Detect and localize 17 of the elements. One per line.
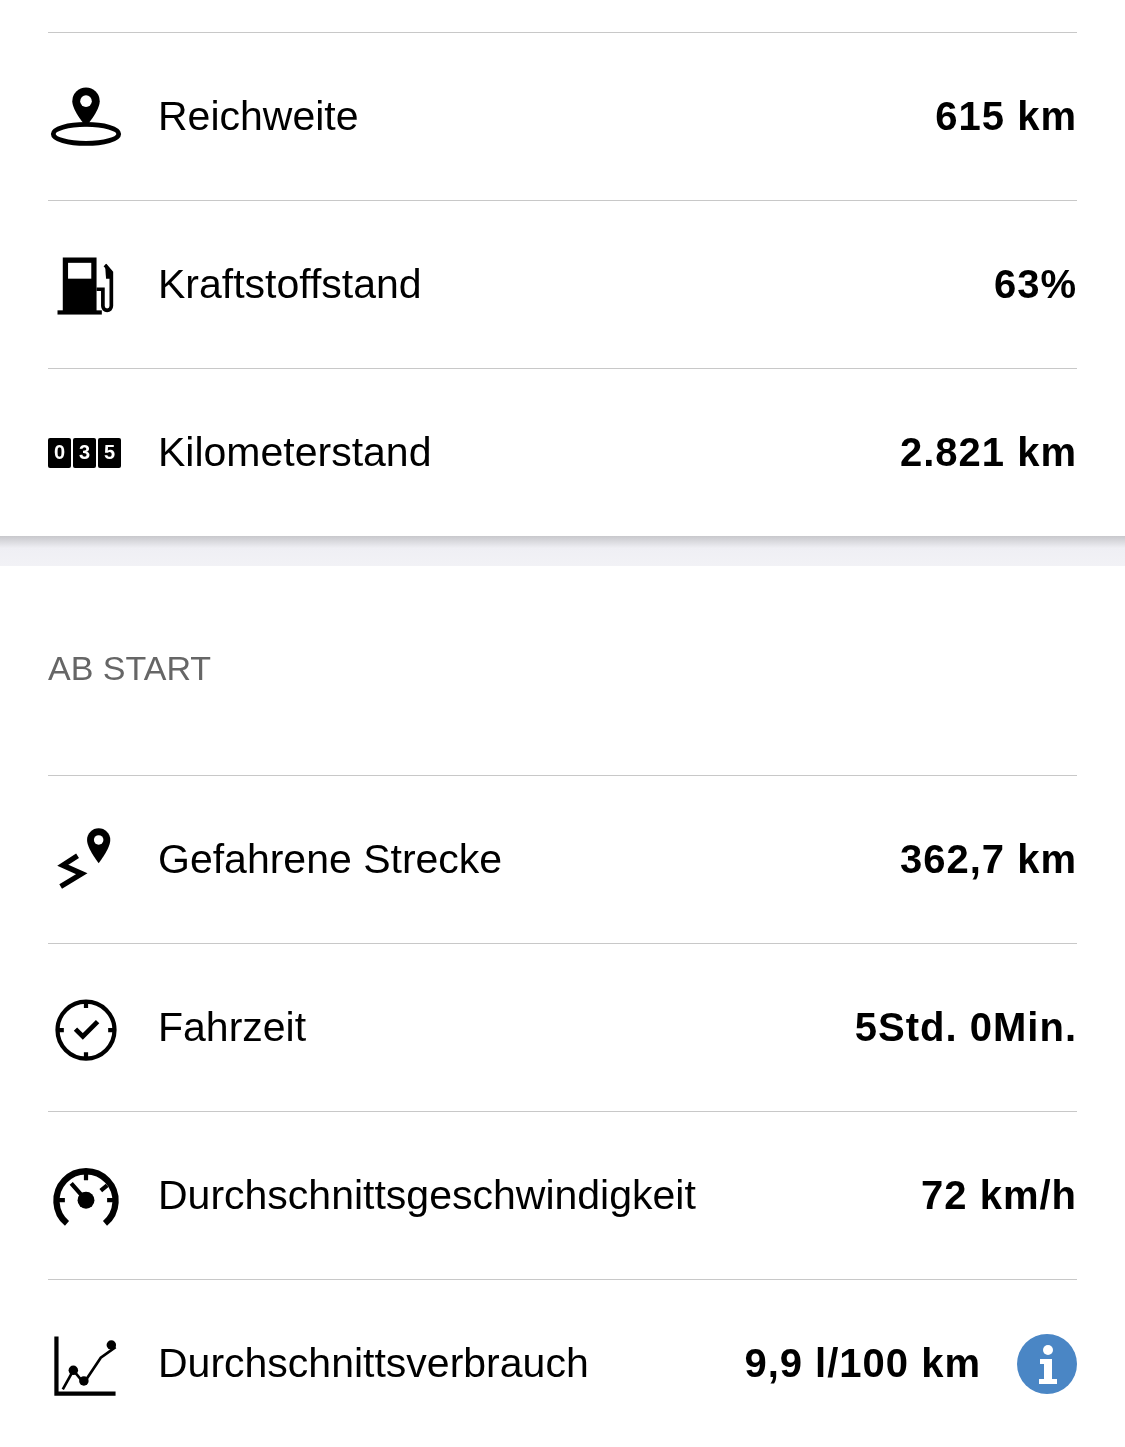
section-title: AB START [48, 649, 212, 689]
row-label: Durchschnittsgeschwindigkeit [158, 1172, 697, 1219]
row-value: 5Std. 0Min. [854, 1005, 1077, 1050]
row-label: Kraftstoffstand [158, 261, 423, 308]
odometer-icon: 0 3 5 [48, 437, 121, 468]
row-label: Fahrzeit [158, 1004, 308, 1051]
row-label: Reichweite [158, 93, 360, 140]
info-icon[interactable] [1017, 1333, 1077, 1394]
row-value: 9,9 l/100 km [744, 1341, 981, 1386]
row-value: 615 km [935, 94, 1077, 139]
row-label: Kilometerstand [158, 429, 433, 476]
row-value: 362,7 km [899, 837, 1077, 882]
row-label: Durchschnittsverbrauch [158, 1340, 590, 1387]
row-label: Gefahrene Strecke [158, 836, 504, 883]
row-value: 72 km/h [921, 1173, 1077, 1218]
row-value: 2.821 km [899, 430, 1077, 475]
row-value: 63% [993, 262, 1077, 307]
